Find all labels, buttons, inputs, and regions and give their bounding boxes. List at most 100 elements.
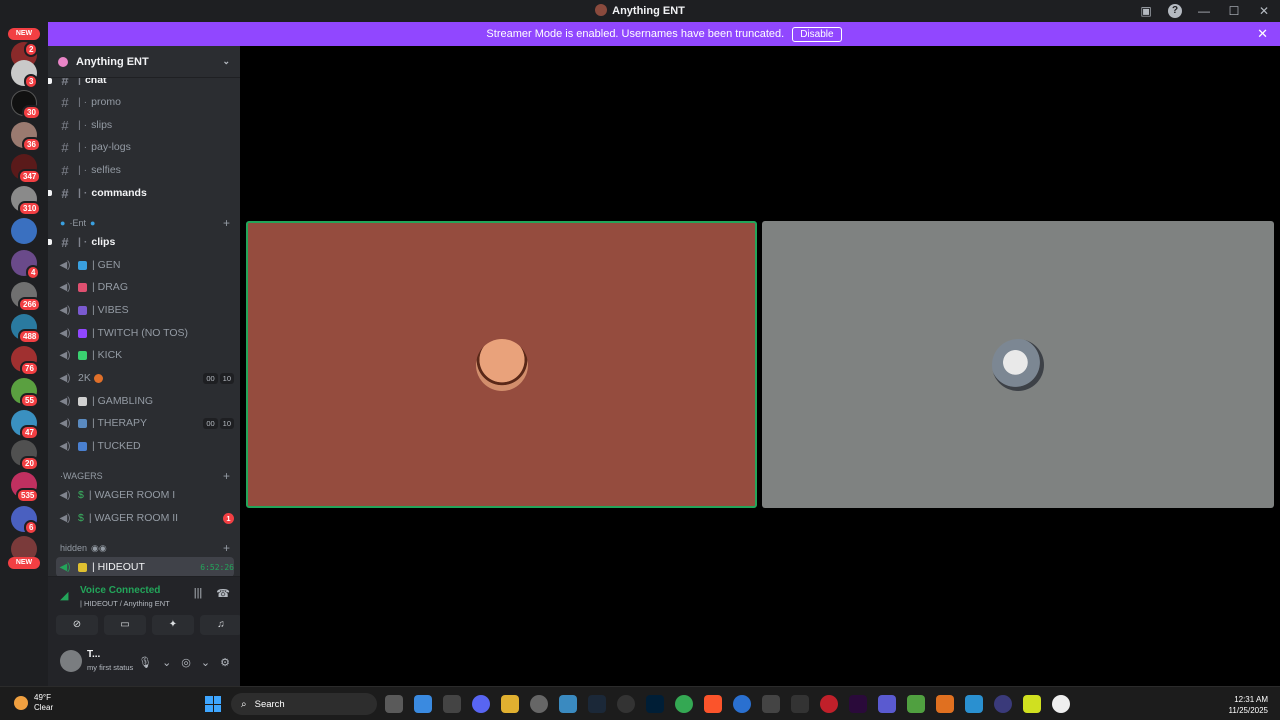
teams-icon[interactable] bbox=[878, 695, 896, 713]
system-clock[interactable]: 12:31 AM 11/25/2025 bbox=[1229, 694, 1268, 716]
channel-pay-logs[interactable]: # | · pay-logs bbox=[56, 137, 234, 157]
category-wagers[interactable]: · WAGERS + bbox=[60, 468, 230, 484]
microphone-icon[interactable]: 🎙 bbox=[138, 656, 152, 669]
channel-chat[interactable]: # | chat bbox=[56, 78, 234, 90]
weather-widget[interactable]: 49°F Clear bbox=[14, 693, 53, 713]
inbox-icon[interactable]: ▣ bbox=[1138, 3, 1154, 19]
app-icon[interactable] bbox=[762, 695, 780, 713]
voice-channel-wager-1[interactable]: ◀) $ | WAGER ROOM I bbox=[56, 485, 234, 505]
add-channel-icon[interactable]: + bbox=[223, 216, 230, 230]
help-icon[interactable]: ? bbox=[1168, 4, 1182, 18]
opera-gx-icon[interactable] bbox=[820, 695, 838, 713]
signal-icon[interactable]: ◢ bbox=[60, 589, 68, 602]
voice-channel-twitch[interactable]: ◀) | TWITCH (NO TOS) bbox=[56, 323, 234, 343]
copilot-icon[interactable] bbox=[414, 695, 432, 713]
add-channel-icon[interactable]: + bbox=[223, 469, 230, 483]
voice-channel-2k[interactable]: ◀) 2K 00 10 bbox=[56, 368, 234, 388]
photoshop-icon[interactable] bbox=[646, 695, 664, 713]
notepad-icon[interactable] bbox=[965, 695, 983, 713]
category-hidden[interactable]: hidden ◉◉ + bbox=[60, 540, 230, 556]
voice-channel-hideout[interactable]: ◀) | HIDEOUT 6:52:26 bbox=[56, 557, 234, 576]
channel-commands[interactable]: # | · commands bbox=[56, 183, 234, 203]
brave-icon[interactable] bbox=[704, 695, 722, 713]
chevron-down-icon[interactable]: ⌄ bbox=[222, 56, 230, 67]
minimize-button[interactable]: — bbox=[1196, 3, 1212, 19]
voice-channel-gen[interactable]: ◀) | GEN bbox=[56, 255, 234, 275]
channel-list: # | chat # | · promo # | · slips # | · pay-logs … bbox=[48, 78, 240, 576]
speaker-icon: ◀) bbox=[59, 327, 71, 339]
add-channel-icon[interactable]: + bbox=[223, 541, 230, 555]
chrome-icon[interactable] bbox=[675, 695, 693, 713]
gear-icon[interactable]: ⚙ bbox=[220, 656, 230, 669]
discord-icon[interactable] bbox=[472, 695, 490, 713]
activities-button[interactable]: ✦ bbox=[152, 615, 194, 635]
mention-badge: 47 bbox=[20, 425, 39, 440]
close-banner-icon[interactable]: ✕ bbox=[1257, 26, 1268, 42]
app-icon[interactable] bbox=[733, 695, 751, 713]
guild-header[interactable]: Anything ENT ⌄ bbox=[48, 46, 240, 78]
voice-channel-wager-2[interactable]: ◀) $ | WAGER ROOM II 1 bbox=[56, 508, 234, 528]
channel-clips[interactable]: # | · clips bbox=[56, 232, 234, 252]
custom-status[interactable]: my first status bbox=[87, 663, 133, 672]
chevron-down-icon[interactable]: ⌄ bbox=[162, 656, 171, 669]
chevron-down-icon[interactable]: ⌄ bbox=[201, 656, 210, 669]
app-icon[interactable] bbox=[994, 695, 1012, 713]
taskbar-search[interactable]: ⌕ Search bbox=[231, 693, 377, 715]
app-icon[interactable] bbox=[530, 695, 548, 713]
steam-icon[interactable] bbox=[588, 695, 606, 713]
voice-location[interactable]: | HIDEOUT / Anything ENT bbox=[80, 599, 170, 608]
voice-status[interactable]: Voice Connected bbox=[80, 585, 160, 596]
voice-channel-tucked[interactable]: ◀) | TUCKED bbox=[56, 436, 234, 456]
voice-channel-gambling[interactable]: ◀) | GAMBLING bbox=[56, 391, 234, 411]
voice-channel-kick[interactable]: ◀) | KICK bbox=[56, 345, 234, 365]
new-pill[interactable]: NEW bbox=[8, 28, 40, 40]
speaker-icon: ◀) bbox=[59, 395, 71, 407]
task-view-icon[interactable] bbox=[385, 695, 403, 713]
dice-icon bbox=[78, 396, 87, 406]
file-explorer-icon[interactable] bbox=[501, 695, 519, 713]
media-player-icon[interactable] bbox=[1052, 695, 1070, 713]
title-bar: Anything ENT ▣ ? — ☐ ✕ bbox=[0, 0, 1280, 22]
screen-share-button[interactable]: ▭ bbox=[104, 615, 146, 635]
username[interactable]: T... bbox=[87, 649, 100, 660]
server-rail: NEW 2 3 30 36 347 310 4 266 488 76 55 47… bbox=[0, 22, 48, 686]
noise-suppression-icon[interactable]: ||| bbox=[194, 587, 203, 600]
participant-tile[interactable] bbox=[246, 221, 757, 508]
avatar[interactable] bbox=[60, 650, 82, 672]
participant-avatar bbox=[992, 338, 1044, 391]
start-button[interactable] bbox=[205, 696, 221, 712]
mail-icon[interactable] bbox=[559, 695, 577, 713]
server-icon[interactable] bbox=[11, 218, 37, 244]
app-icon[interactable] bbox=[791, 695, 809, 713]
green-square-icon bbox=[78, 350, 87, 360]
headphones-icon[interactable]: ◎ bbox=[181, 656, 191, 669]
category-ent[interactable]: ● · Ent ● + bbox=[60, 215, 230, 231]
soundboard-button[interactable]: ♫ bbox=[200, 615, 242, 635]
banner-text: Streamer Mode is enabled. Usernames have… bbox=[486, 28, 785, 40]
close-window-button[interactable]: ✕ bbox=[1256, 3, 1272, 19]
disable-streamer-button[interactable]: Disable bbox=[792, 26, 842, 42]
steelseries-icon[interactable] bbox=[617, 695, 635, 713]
channel-selfies[interactable]: # | · selfies bbox=[56, 160, 234, 180]
globe-icon: ● bbox=[60, 218, 66, 228]
participant-avatar bbox=[475, 338, 528, 391]
speaker-icon: ◀) bbox=[59, 440, 71, 452]
channel-promo[interactable]: # | · promo bbox=[56, 92, 234, 112]
channel-slips[interactable]: # | · slips bbox=[56, 115, 234, 135]
speaker-icon: ◀) bbox=[59, 489, 71, 501]
new-pill[interactable]: NEW bbox=[8, 557, 40, 569]
app-icon[interactable] bbox=[936, 695, 954, 713]
disconnect-icon[interactable]: ☎ bbox=[216, 587, 230, 600]
voice-channel-therapy[interactable]: ◀) | THERAPY 00 10 bbox=[56, 413, 234, 433]
voice-channel-drag[interactable]: ◀) | DRAG bbox=[56, 277, 234, 297]
app-icon[interactable] bbox=[907, 695, 925, 713]
mention-badge: 55 bbox=[20, 393, 39, 408]
maximize-button[interactable]: ☐ bbox=[1226, 3, 1242, 19]
participant-tile[interactable] bbox=[762, 221, 1274, 508]
voice-channel-vibes[interactable]: ◀) | VIBES bbox=[56, 300, 234, 320]
app-icon[interactable] bbox=[1023, 695, 1041, 713]
moon-icon bbox=[14, 696, 28, 710]
app-icon[interactable] bbox=[443, 695, 461, 713]
premiere-icon[interactable] bbox=[849, 695, 867, 713]
camera-off-button[interactable]: ⊘ bbox=[56, 615, 98, 635]
